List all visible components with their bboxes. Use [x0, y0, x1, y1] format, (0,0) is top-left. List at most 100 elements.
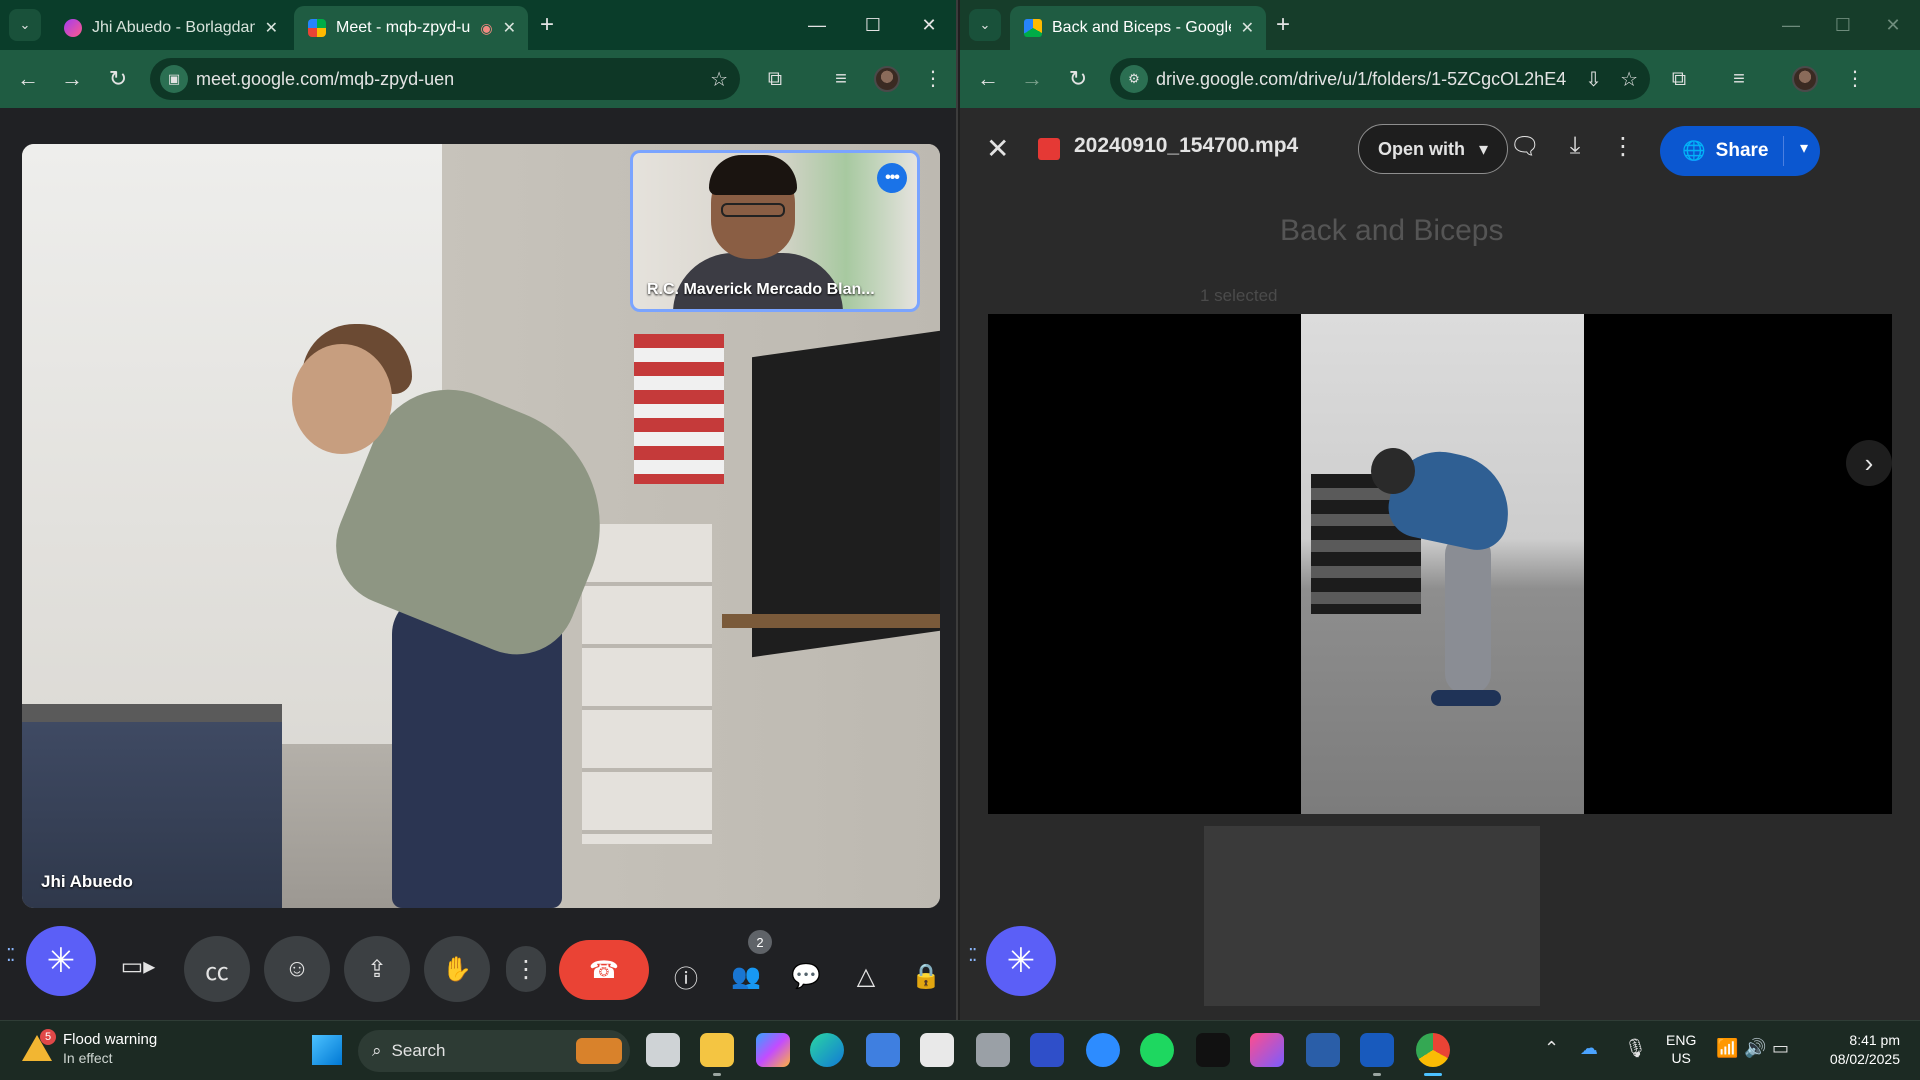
camera-icon[interactable]: ▭▸ — [118, 936, 158, 996]
spotify-icon[interactable] — [1140, 1033, 1174, 1067]
close-viewer-icon[interactable]: ✕ — [986, 132, 1009, 165]
app-icon[interactable] — [1250, 1033, 1284, 1067]
site-info-icon[interactable]: ▣ — [160, 65, 188, 93]
site-settings-icon[interactable]: ⚙ — [1120, 65, 1148, 93]
clock-date: 08/02/2025 — [1829, 1051, 1900, 1067]
chrome-icon[interactable] — [1416, 1033, 1450, 1067]
store-icon[interactable] — [920, 1033, 954, 1067]
chevron-down-icon[interactable]: ▾ — [1800, 138, 1808, 158]
media-control-icon[interactable]: ≡ — [1724, 64, 1754, 94]
host-controls-icon[interactable]: 🔒 — [906, 946, 946, 1006]
app-icon[interactable] — [1030, 1033, 1064, 1067]
show-hidden-icons-chevron-icon[interactable]: ⌃ — [1544, 1038, 1559, 1059]
new-tab-button[interactable]: + — [540, 10, 554, 40]
install-app-icon[interactable]: ⇩ — [1585, 67, 1602, 92]
calendar-icon[interactable] — [866, 1033, 900, 1067]
video-player[interactable] — [988, 314, 1892, 814]
back-arrow-icon[interactable]: ← — [972, 63, 1004, 95]
drive-file-viewer: Back and Biceps 1 selected ✕ 20240910_15… — [960, 108, 1920, 1020]
tab-meet[interactable]: Meet - mqb-zpyd-uen ◉ ✕ — [294, 6, 528, 50]
address-bar[interactable]: ⚙ drive.google.com/drive/u/1/folders/1-5… — [1110, 58, 1650, 100]
gemini-sparkle-button[interactable]: ✳ — [986, 926, 1056, 996]
pip-person-glasses — [721, 203, 785, 217]
end-call-button[interactable]: ☎ — [559, 940, 649, 1000]
reload-icon[interactable]: ↻ — [1062, 63, 1094, 95]
profile-avatar[interactable] — [874, 66, 900, 92]
app-icon[interactable] — [1306, 1033, 1340, 1067]
close-window-button[interactable]: ✕ — [906, 8, 952, 42]
next-file-icon[interactable]: › — [1846, 440, 1892, 486]
self-view-tile[interactable]: ••• R.C. Maverick Mercado Blan... — [630, 150, 920, 312]
more-options-icon[interactable]: ⋮ — [506, 946, 546, 992]
forward-arrow-icon[interactable]: → — [1016, 63, 1048, 95]
maximize-button[interactable]: ☐ — [1820, 8, 1866, 42]
forward-arrow-icon[interactable]: → — [56, 63, 88, 95]
browser-menu-icon[interactable]: ⋮ — [1840, 64, 1870, 94]
word-icon[interactable] — [1360, 1033, 1394, 1067]
tab-search-button[interactable]: ⌄ — [969, 9, 1001, 41]
edge-icon[interactable] — [810, 1033, 844, 1067]
add-comment-icon[interactable]: 🗨 — [1508, 132, 1542, 161]
maximize-button[interactable]: ☐ — [850, 8, 896, 42]
chat-icon[interactable]: 💬 — [786, 946, 826, 1006]
download-icon[interactable]: ⤓ — [1558, 132, 1592, 160]
tab-google-drive[interactable]: Back and Biceps - Google Drive ✕ — [1010, 6, 1266, 50]
reload-icon[interactable]: ↻ — [102, 63, 134, 95]
extensions-icon[interactable]: ⧉ — [760, 64, 790, 94]
raise-hand-icon[interactable]: ✋ — [424, 936, 490, 1002]
clock[interactable]: 8:41 pm 08/02/2025 — [1810, 1031, 1900, 1069]
taskbar-search[interactable]: ⌕ Search — [358, 1030, 630, 1072]
back-arrow-icon[interactable]: ← — [12, 63, 44, 95]
extensions-icon[interactable]: ⧉ — [1664, 64, 1694, 94]
tab-strip: ⌄ Jhi Abuedo - Borlagdan | Messe ✕ Meet … — [0, 0, 956, 50]
people-icon[interactable]: 👥 — [726, 946, 766, 1006]
language-indicator[interactable]: ENG US — [1666, 1031, 1696, 1067]
address-bar[interactable]: ▣ meet.google.com/mqb-zpyd-uen ☆ — [150, 58, 740, 100]
close-tab-icon[interactable]: ✕ — [265, 18, 278, 38]
onedrive-icon[interactable]: ☁ — [1580, 1038, 1598, 1059]
bookmark-star-icon[interactable]: ☆ — [710, 67, 728, 92]
close-window-button[interactable]: ✕ — [1870, 8, 1916, 42]
weather-title[interactable]: Flood warning — [63, 1031, 157, 1048]
volume-icon[interactable]: 🔊 — [1744, 1038, 1766, 1059]
more-options-icon[interactable]: ••• — [877, 163, 907, 193]
profile-avatar[interactable] — [1792, 66, 1818, 92]
drag-handle-icon[interactable]: ⁚⁚ — [968, 946, 978, 964]
minimize-button[interactable]: — — [1768, 8, 1814, 42]
tab-messenger[interactable]: Jhi Abuedo - Borlagdan | Messe ✕ — [50, 6, 290, 50]
close-tab-icon[interactable]: ✕ — [1241, 18, 1254, 38]
tab-search-button[interactable]: ⌄ — [9, 9, 41, 41]
copilot-icon[interactable] — [756, 1033, 790, 1067]
browser-menu-icon[interactable]: ⋮ — [918, 64, 948, 94]
bookmark-star-icon[interactable]: ☆ — [1620, 67, 1638, 92]
minimize-button[interactable]: — — [794, 8, 840, 42]
meet-icon — [308, 19, 326, 37]
captions-icon[interactable]: ㏄ — [184, 936, 250, 1002]
activities-icon[interactable]: △ — [846, 946, 886, 1006]
microphone-icon[interactable]: 🎙 — [1624, 1038, 1647, 1059]
emoji-reaction-icon[interactable]: ☺ — [264, 936, 330, 1002]
file-explorer-icon[interactable] — [700, 1033, 734, 1067]
windows-start-icon[interactable] — [312, 1035, 342, 1065]
media-control-icon[interactable]: ≡ — [826, 64, 856, 94]
open-with-button[interactable]: Open with ▾ — [1358, 124, 1508, 174]
present-screen-icon[interactable]: ⇪ — [344, 936, 410, 1002]
wifi-icon[interactable]: 📶 — [1716, 1038, 1738, 1059]
search-placeholder: Search — [391, 1041, 446, 1060]
battery-icon[interactable]: ▭ — [1772, 1038, 1789, 1059]
recording-icon: ◉ — [480, 19, 493, 36]
more-actions-icon[interactable]: ⋮ — [1606, 132, 1640, 161]
person-head — [1371, 448, 1415, 494]
task-view-icon[interactable] — [646, 1033, 680, 1067]
people-count-badge: 2 — [748, 930, 772, 954]
new-tab-button[interactable]: + — [1276, 10, 1290, 40]
zoom-icon[interactable] — [1086, 1033, 1120, 1067]
netflix-icon[interactable] — [1196, 1033, 1230, 1067]
share-button[interactable]: 🌐 Share ▾ — [1660, 126, 1820, 176]
tab-strip: ⌄ Back and Biceps - Google Drive ✕ + — ☐… — [960, 0, 1920, 50]
app-icon[interactable] — [976, 1033, 1010, 1067]
weather-subtitle[interactable]: In effect — [63, 1050, 113, 1066]
close-tab-icon[interactable]: ✕ — [503, 18, 516, 38]
meeting-info-icon[interactable]: ⓘ — [666, 946, 706, 1006]
viewer-header: ✕ 20240910_154700.mp4 Open with ▾ 🗨 ⤓ ⋮ … — [960, 108, 1920, 188]
